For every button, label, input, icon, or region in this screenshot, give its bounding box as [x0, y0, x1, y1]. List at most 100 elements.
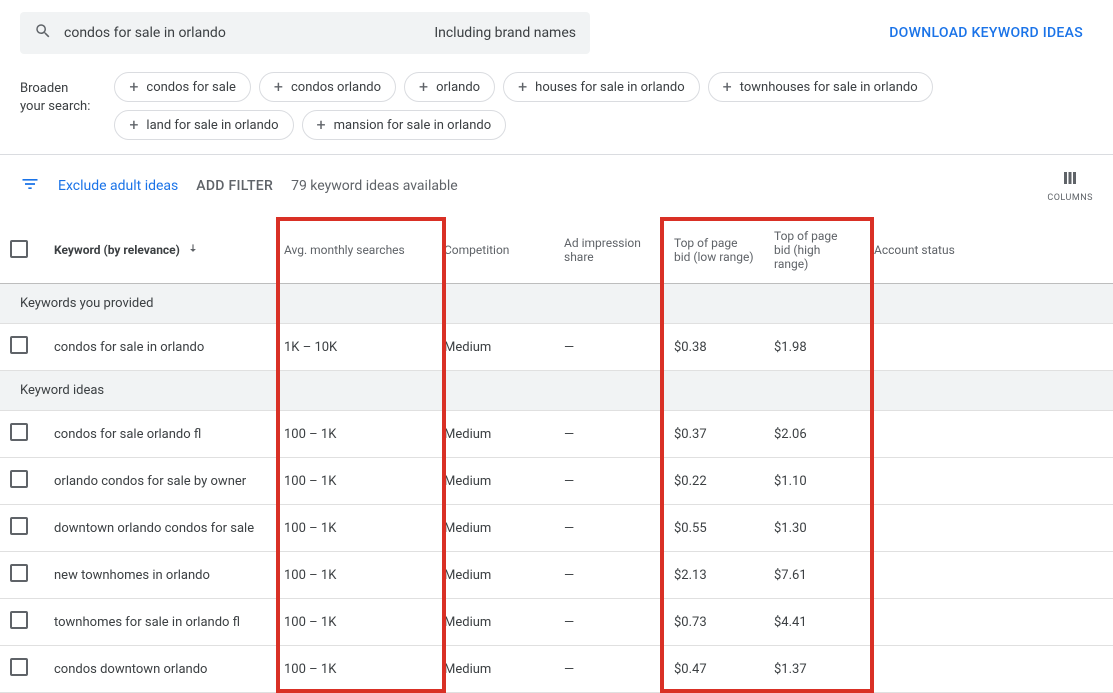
brand-filter-text[interactable]: Including brand names — [434, 25, 576, 41]
cell-ad-impression: — — [554, 552, 664, 599]
cell-avg-searches: 100 – 1K — [274, 458, 434, 505]
cell-keyword[interactable]: condos downtown orlando — [44, 646, 274, 693]
chip-label: land for sale in orlando — [146, 118, 278, 133]
cell-account-status — [864, 599, 1113, 646]
row-checkbox[interactable] — [10, 564, 28, 582]
cell-account-status — [864, 411, 1113, 458]
cell-bid-low: $0.37 — [664, 411, 764, 458]
cell-bid-low: $2.13 — [664, 552, 764, 599]
chip-label: townhouses for sale in orlando — [740, 80, 918, 95]
table-row: townhomes for sale in orlando fl100 – 1K… — [0, 599, 1113, 646]
cell-account-status — [864, 646, 1113, 693]
add-filter-button[interactable]: ADD FILTER — [196, 178, 273, 194]
table-header-row: Keyword (by relevance) Avg. monthly sear… — [0, 217, 1113, 284]
broaden-chip[interactable]: + mansion for sale in orlando — [302, 110, 507, 140]
row-checkbox[interactable] — [10, 517, 28, 535]
table-row: condos for sale orlando fl100 – 1KMedium… — [0, 411, 1113, 458]
cell-keyword[interactable]: new townhomes in orlando — [44, 552, 274, 599]
filter-icon[interactable] — [20, 174, 40, 198]
cell-bid-low: $0.47 — [664, 646, 764, 693]
search-icon — [34, 22, 52, 44]
cell-ad-impression: — — [554, 458, 664, 505]
cell-account-status — [864, 324, 1113, 371]
cell-keyword[interactable]: downtown orlando condos for sale — [44, 505, 274, 552]
cell-avg-searches: 100 – 1K — [274, 552, 434, 599]
cell-avg-searches: 100 – 1K — [274, 599, 434, 646]
row-checkbox[interactable] — [10, 611, 28, 629]
cell-bid-low: $0.73 — [664, 599, 764, 646]
plus-icon: + — [317, 117, 326, 133]
column-header-keyword-label: Keyword (by relevance) — [54, 243, 180, 257]
cell-avg-searches: 1K – 10K — [274, 324, 434, 371]
cell-account-status — [864, 505, 1113, 552]
exclude-adult-ideas-link[interactable]: Exclude adult ideas — [58, 178, 178, 194]
cell-ad-impression: — — [554, 505, 664, 552]
cell-avg-searches: 100 – 1K — [274, 646, 434, 693]
broaden-chip[interactable]: + condos orlando — [259, 72, 396, 102]
broaden-search-section: Broaden your search: + condos for sale + co… — [0, 66, 1113, 155]
cell-keyword[interactable]: orlando condos for sale by owner — [44, 458, 274, 505]
cell-keyword[interactable]: townhomes for sale in orlando fl — [44, 599, 274, 646]
table-row: condos downtown orlando100 – 1KMedium—$0… — [0, 646, 1113, 693]
cell-keyword[interactable]: condos for sale in orlando — [44, 324, 274, 371]
select-all-checkbox[interactable] — [10, 240, 28, 258]
cell-bid-high: $1.30 — [764, 505, 864, 552]
table-row: condos for sale in orlando1K – 10KMedium… — [0, 324, 1113, 371]
cell-bid-low: $0.38 — [664, 324, 764, 371]
table-row: new townhomes in orlando100 – 1KMedium—$… — [0, 552, 1113, 599]
columns-button[interactable]: COLUMNS — [1047, 169, 1093, 203]
table-wrap: Keyword (by relevance) Avg. monthly sear… — [0, 217, 1113, 693]
column-header-competition[interactable]: Competition — [434, 217, 554, 284]
cell-ad-impression: — — [554, 411, 664, 458]
broaden-chip[interactable]: + condos for sale — [114, 72, 251, 102]
cell-competition: Medium — [434, 458, 554, 505]
plus-icon: + — [419, 79, 428, 95]
cell-competition: Medium — [434, 552, 554, 599]
column-header-ad-impression[interactable]: Ad impression share — [554, 217, 664, 284]
column-header-bid-low[interactable]: Top of page bid (low range) — [664, 217, 764, 284]
broaden-chip[interactable]: +orlando — [404, 72, 495, 102]
broaden-label: Broaden your search: — [20, 72, 96, 116]
chip-label: condos for sale — [146, 80, 235, 95]
cell-competition: Medium — [434, 324, 554, 371]
download-keyword-ideas-link[interactable]: DOWNLOAD KEYWORD IDEAS — [889, 25, 1093, 41]
plus-icon: + — [129, 117, 138, 133]
column-header-keyword[interactable]: Keyword (by relevance) — [54, 242, 200, 259]
cell-bid-high: $1.98 — [764, 324, 864, 371]
table-section-row: Keywords you provided — [0, 284, 1113, 324]
row-checkbox[interactable] — [10, 658, 28, 676]
column-header-avg-searches[interactable]: Avg. monthly searches — [274, 217, 434, 284]
cell-bid-low: $0.55 — [664, 505, 764, 552]
search-box[interactable]: condos for sale in orlando Including bra… — [20, 12, 590, 54]
row-checkbox[interactable] — [10, 470, 28, 488]
cell-avg-searches: 100 – 1K — [274, 411, 434, 458]
keyword-table: Keyword (by relevance) Avg. monthly sear… — [0, 217, 1113, 693]
chip-label: mansion for sale in orlando — [334, 118, 492, 133]
search-query-text: condos for sale in orlando — [64, 25, 422, 41]
broaden-chip[interactable]: +townhouses for sale in orlando — [708, 72, 933, 102]
column-header-bid-high[interactable]: Top of page bid (high range) — [764, 217, 864, 284]
row-checkbox[interactable] — [10, 336, 28, 354]
cell-ad-impression: — — [554, 599, 664, 646]
cell-bid-high: $1.37 — [764, 646, 864, 693]
cell-avg-searches: 100 – 1K — [274, 505, 434, 552]
sort-arrow-down-icon — [186, 242, 200, 259]
broaden-chip[interactable]: + land for sale in orlando — [114, 110, 293, 140]
cell-bid-high: $4.41 — [764, 599, 864, 646]
chip-label: condos orlando — [291, 80, 381, 95]
column-header-account-status[interactable]: Account status — [864, 217, 1113, 284]
plus-icon: + — [129, 79, 138, 95]
plus-icon: + — [518, 79, 527, 95]
cell-competition: Medium — [434, 646, 554, 693]
plus-icon: + — [274, 79, 283, 95]
cell-bid-high: $7.61 — [764, 552, 864, 599]
table-section-row: Keyword ideas — [0, 371, 1113, 411]
top-bar: condos for sale in orlando Including bra… — [0, 0, 1113, 66]
table-row: orlando condos for sale by owner100 – 1K… — [0, 458, 1113, 505]
row-checkbox[interactable] — [10, 423, 28, 441]
broaden-chip[interactable]: + houses for sale in orlando — [503, 72, 700, 102]
cell-keyword[interactable]: condos for sale orlando fl — [44, 411, 274, 458]
chip-label: houses for sale in orlando — [535, 80, 684, 95]
cell-ad-impression: — — [554, 324, 664, 371]
ideas-count-text: 79 keyword ideas available — [291, 178, 458, 194]
